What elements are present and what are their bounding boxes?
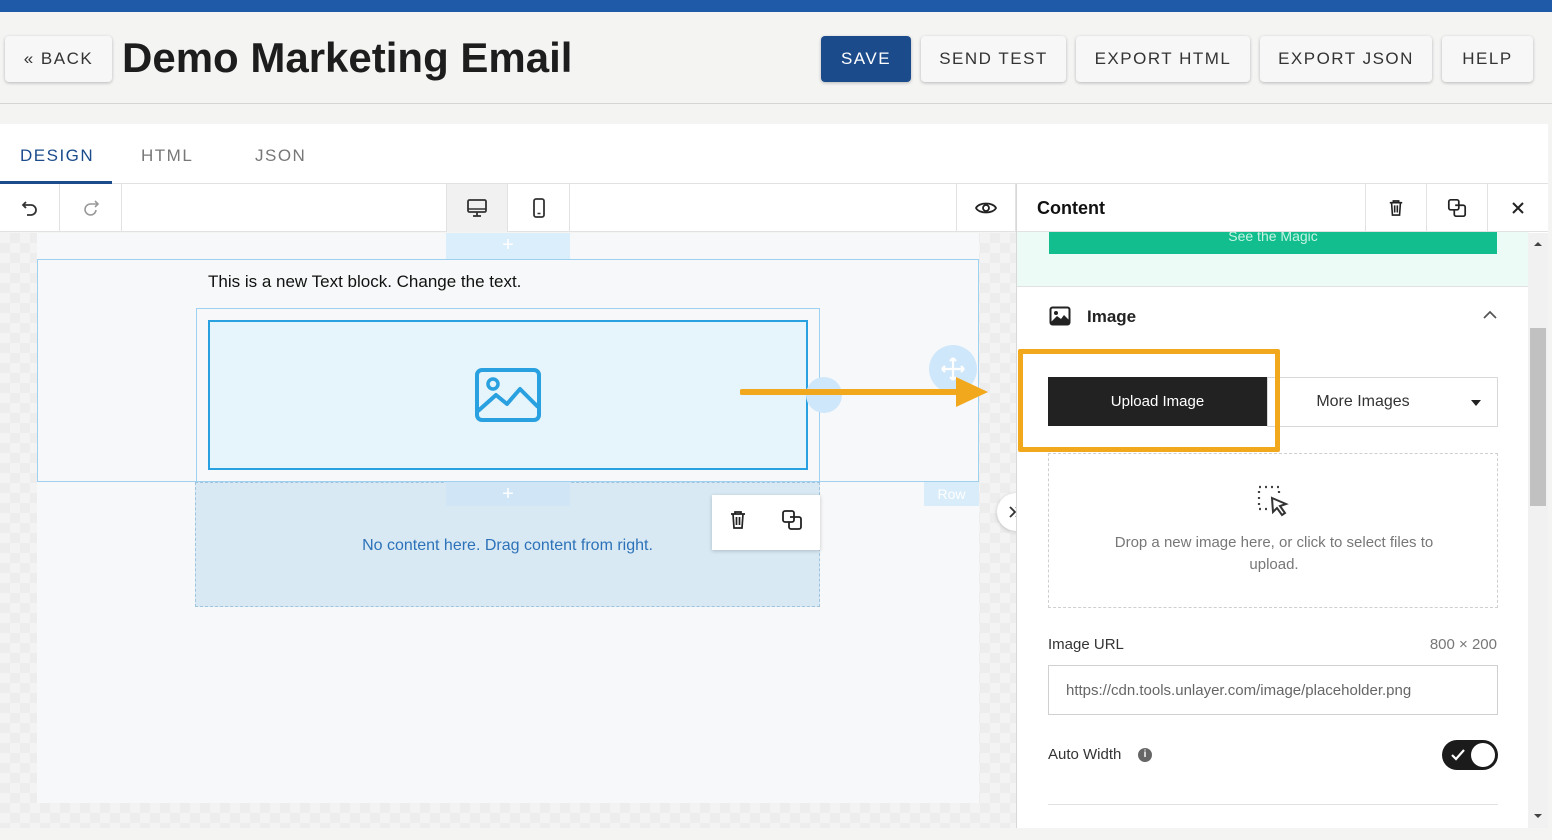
check-icon: [1451, 749, 1465, 761]
tab-design[interactable]: DESIGN: [20, 146, 94, 166]
export-json-button[interactable]: EXPORT JSON: [1260, 36, 1432, 82]
auto-width-label: Auto Width: [1048, 746, 1122, 763]
scrollbar-thumb[interactable]: [1530, 328, 1546, 506]
duplicate-icon: [782, 510, 802, 530]
more-images-label: More Images: [1316, 393, 1410, 410]
trash-icon: [1389, 200, 1403, 216]
chevron-up-icon[interactable]: [1483, 310, 1497, 320]
duplicate-icon: [1447, 198, 1467, 218]
canvas-toolbar: [0, 184, 1016, 232]
image-url-input[interactable]: https://cdn.tools.unlayer.com/image/plac…: [1048, 665, 1498, 715]
tab-html[interactable]: HTML: [141, 146, 193, 166]
see-the-magic-button[interactable]: See the Magic: [1049, 232, 1497, 254]
properties-panel: See the Magic Content Image Upload Image…: [1016, 184, 1548, 828]
section-divider: [1017, 286, 1529, 287]
bottom-strip: [0, 828, 1552, 840]
image-icon: [1049, 306, 1071, 326]
help-button[interactable]: HELP: [1442, 36, 1533, 82]
mobile-icon: [532, 198, 545, 218]
upload-highlight-box: [1018, 349, 1280, 452]
trash-icon: [731, 511, 745, 529]
preview-button[interactable]: [956, 184, 1016, 232]
save-button[interactable]: SAVE: [821, 36, 911, 82]
drop-cursor-icon: [1257, 485, 1289, 517]
panel-header: Content: [1017, 184, 1548, 232]
image-size-label: 800 × 200: [1429, 636, 1497, 653]
more-images-dropdown[interactable]: More Images: [1267, 377, 1498, 427]
toggle-knob: [1471, 743, 1495, 767]
info-icon[interactable]: i: [1138, 748, 1152, 762]
desktop-view-button[interactable]: [446, 184, 508, 232]
panel-delete-button[interactable]: [1365, 184, 1426, 232]
image-placeholder-icon: [475, 368, 541, 422]
callout-arrow: [740, 377, 988, 407]
text-block[interactable]: This is a new Text block. Change the tex…: [208, 272, 521, 292]
back-button[interactable]: « BACK: [5, 36, 112, 82]
tab-json[interactable]: JSON: [255, 146, 306, 166]
top-accent-bar: [0, 0, 1552, 12]
image-section-title[interactable]: Image: [1087, 307, 1136, 327]
eye-icon: [975, 202, 997, 214]
scroll-down-icon[interactable]: [1533, 813, 1543, 819]
dropzone-text: Drop a new image here, or click to selec…: [1114, 534, 1434, 573]
add-row-below-button[interactable]: +: [446, 482, 570, 506]
editor-tabs: DESIGN HTML JSON: [0, 124, 1548, 184]
section-divider: [1048, 804, 1498, 805]
caret-down-icon: [1471, 400, 1481, 406]
row-badge: Row: [924, 482, 979, 506]
block-actions-popover: [712, 495, 820, 550]
duplicate-block-button[interactable]: [781, 509, 803, 536]
design-canvas[interactable]: + This is a new Text block. Change the t…: [0, 233, 1016, 828]
close-icon: [1512, 202, 1524, 214]
mobile-view-button[interactable]: [508, 184, 570, 232]
auto-width-toggle[interactable]: [1442, 740, 1498, 770]
panel-close-button[interactable]: [1487, 184, 1548, 232]
send-test-button[interactable]: SEND TEST: [921, 36, 1066, 82]
panel-scrollbar[interactable]: [1528, 233, 1548, 828]
image-dropzone[interactable]: Drop a new image here, or click to selec…: [1048, 453, 1498, 608]
undo-button[interactable]: [0, 184, 60, 232]
undo-icon: [21, 201, 37, 216]
panel-duplicate-button[interactable]: [1426, 184, 1487, 232]
page-title: Demo Marketing Email: [122, 34, 573, 81]
redo-icon: [83, 200, 99, 216]
scroll-up-icon[interactable]: [1533, 241, 1543, 247]
panel-title: Content: [1037, 198, 1105, 218]
editor-header: « BACK Demo Marketing Email SAVE SEND TE…: [0, 12, 1552, 104]
image-block[interactable]: [208, 320, 808, 470]
image-url-label: Image URL: [1048, 636, 1124, 653]
delete-block-button[interactable]: [729, 510, 747, 535]
redo-button[interactable]: [60, 184, 122, 232]
export-html-button[interactable]: EXPORT HTML: [1076, 36, 1250, 82]
desktop-icon: [467, 199, 487, 217]
add-row-above-button[interactable]: +: [446, 233, 570, 259]
